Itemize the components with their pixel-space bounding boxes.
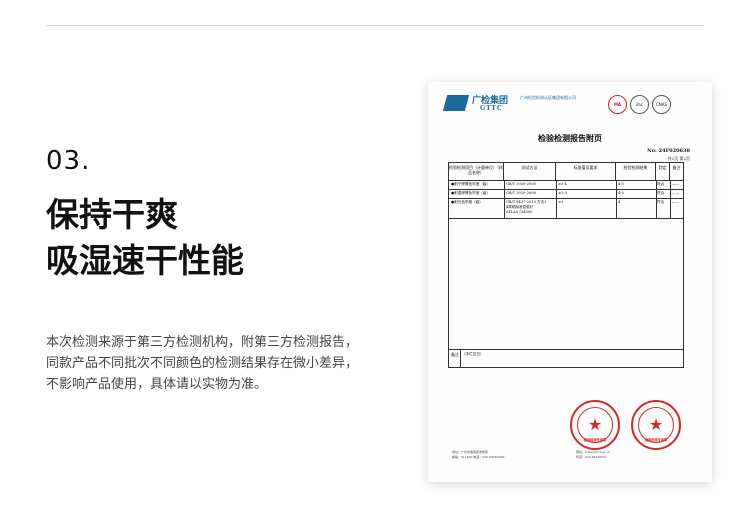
footer-phone: 邮编：511400 电话：020-84560000	[452, 454, 505, 459]
report-number: No: 24F020638	[647, 148, 690, 154]
section-title: 保持干爽 吸湿速干性能	[46, 192, 244, 284]
cnas-cert-icon: CNAS	[652, 95, 671, 114]
row3-result: 4	[618, 200, 621, 204]
column-divider	[556, 180, 557, 218]
test-report-image: 广检集团 GTTC 广州检验检测认证集团有限公司 MA ilac CNAS 检验…	[428, 82, 712, 482]
ilac-cert-icon: ilac	[630, 95, 649, 114]
top-divider	[46, 25, 704, 26]
remark-label: 备注	[451, 352, 459, 357]
header-result: 检验检测结果	[616, 163, 656, 180]
seal-star-icon: ★	[648, 415, 664, 434]
logo-english: GTTC	[480, 105, 503, 112]
row2-standard: ≥2-3	[558, 191, 567, 195]
row-divider	[449, 198, 683, 199]
title-line-1: 保持干爽	[46, 195, 178, 234]
row3-verdict: 符合	[657, 200, 665, 204]
seal-star-icon: ★	[587, 415, 603, 434]
section-number: 03.	[46, 146, 91, 176]
footer-fax: 传真：020-84560001	[576, 454, 608, 459]
row1-result: 4-5	[618, 182, 624, 186]
row3-method-device: ATLAS Ci4000	[506, 210, 533, 214]
results-table: 检验检测项目（计量单位）（样品名称） 测试方法 标准值及要求 检验检测结果 判定…	[448, 162, 684, 368]
row3-item: ●耐光色牢度（级）	[451, 200, 483, 204]
row3-method: GB/T 8427-2019 方法3	[506, 200, 547, 204]
description-line-3: 不影响产品使用，具体请以实物为准。	[46, 377, 268, 392]
report-title: 检验检测报告附页	[538, 133, 602, 143]
seal-label: 检验检测专用章	[583, 438, 607, 442]
row2-item: ●耐湿摩擦色牢度（级）	[451, 191, 491, 195]
row1-standard: ≥3-4	[558, 182, 567, 186]
footer-right: 网址：www.gttc.net.cn 传真：020-84560001	[576, 450, 610, 459]
row2-note: ——	[672, 191, 680, 195]
row2-verdict: 符合	[657, 191, 665, 195]
remark-column-divider	[460, 349, 461, 367]
description-line-2: 同款产品不同批次不同颜色的检测结果存在微小差异，	[46, 356, 359, 371]
column-divider	[670, 180, 671, 218]
column-divider	[504, 180, 505, 218]
inspection-seal-icon: ★ 检验检测专用章	[570, 400, 620, 450]
title-line-2: 吸湿速干性能	[46, 241, 244, 280]
header-note: 备注	[672, 165, 681, 170]
row2-result: 4-5	[618, 191, 624, 195]
organization-name: 广州检验检测认证集团有限公司	[520, 95, 576, 100]
row-divider	[449, 189, 683, 190]
row1-method: GB/T 3920-2008	[506, 182, 536, 186]
row2-method: GB/T 3920-2008	[506, 191, 536, 195]
description: 本次检测来源于第三方检测机构，附第三方检测报告， 同款产品不同批次不同颜色的检测…	[46, 332, 358, 395]
header-standard: 标准值及要求	[556, 163, 616, 180]
row3-standard: ≥3	[558, 200, 564, 204]
row1-verdict: 符合	[657, 182, 665, 186]
remark-text: （本栏空白）	[462, 352, 484, 356]
header-method: 测试方法	[504, 163, 556, 180]
footer-website: 网址：www.gttc.net.cn	[576, 450, 610, 454]
row-divider	[449, 218, 683, 219]
column-divider	[616, 180, 617, 218]
header-item: 检验检测项目（计量单位）（样品名称）	[449, 163, 504, 180]
row3-note: ——	[672, 200, 680, 204]
description-line-1: 本次检测来源于第三方检测机构，附第三方检测报告，	[46, 335, 359, 350]
row-divider	[449, 180, 683, 181]
seal-label: 检验检测专用章	[644, 438, 668, 442]
inspection-seal-icon: ★ 检验检测专用章	[631, 400, 681, 450]
footer-left: 地址：广州市番禺区市桥街 邮编：511400 电话：020-84560000	[452, 450, 504, 459]
row3-method-detail: 4周晒标准氙弧灯	[506, 205, 534, 209]
remark-divider	[449, 349, 683, 350]
ma-cert-icon: MA	[608, 95, 627, 114]
row1-item: ●耐干摩擦色牢度（级）	[451, 182, 491, 186]
row1-note: ——	[672, 182, 680, 186]
gttc-logo-icon	[442, 95, 470, 111]
header-verdict: 判定	[656, 163, 670, 180]
